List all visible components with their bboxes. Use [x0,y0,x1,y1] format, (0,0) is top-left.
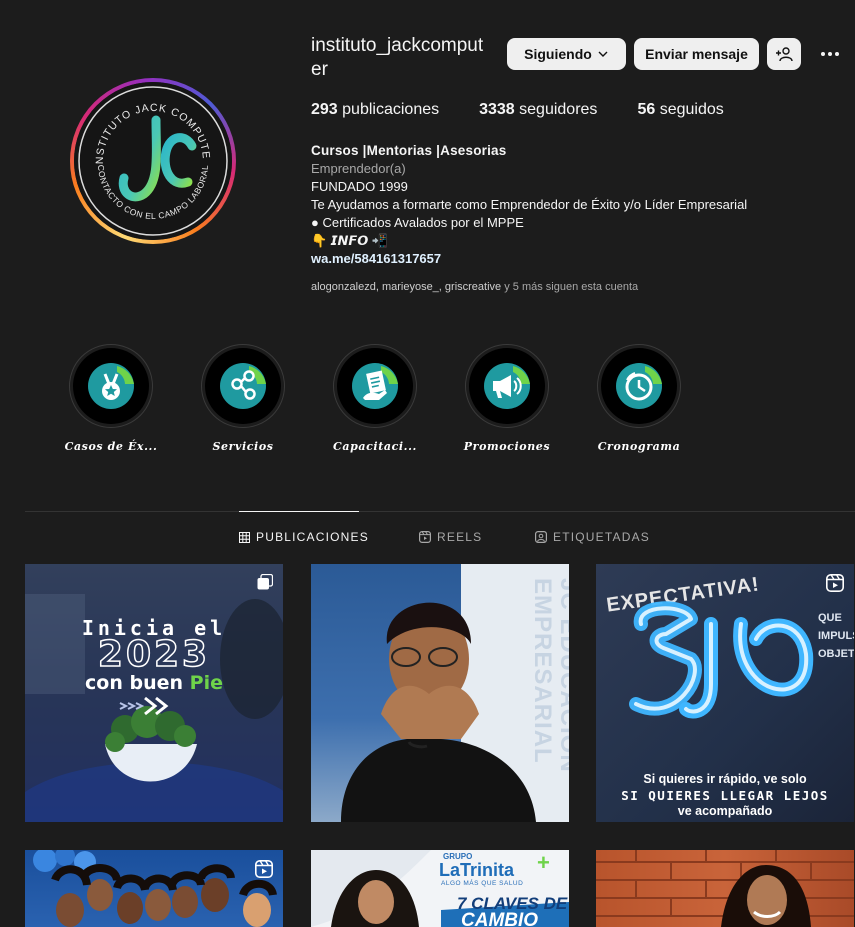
tabs-divider [25,511,855,512]
post-thumbnail[interactable]: Inicia el 2023 con buen Pie [25,564,283,822]
highlight-ring [465,344,549,428]
post-thumbnail[interactable]: JC EDUCACIÓN EMPRESARIAL [311,564,569,822]
tab-label: ETIQUETADAS [553,530,650,544]
megaphone-icon [484,363,530,409]
highlight-servicios[interactable]: Servicios [201,344,285,453]
post-brand: LaTrinita [439,860,515,880]
followers-count: 3338 [479,101,515,118]
bio-line: FUNDADO 1999 [311,179,408,194]
post-image [341,602,536,822]
highlight-ring [69,344,153,428]
reel-icon [255,860,273,878]
profile-username: instituto_jackcomputer [311,35,484,80]
post-thumbnail[interactable] [25,850,283,927]
following-button-label: Siguiendo [524,46,592,62]
highlight-cover [205,348,281,424]
highlight-promociones[interactable]: Promociones [464,344,550,453]
dot [828,52,832,56]
send-message-label: Enviar mensaje [645,46,748,62]
share-nodes-icon [220,363,266,409]
followers-label: seguidores [519,101,598,118]
chevron-down-icon [598,51,608,57]
posts-stat: 293 publicaciones [311,101,439,119]
followed-by-rest: y 5 más siguen esta cuenta [501,281,639,293]
post-text-line: ve acompañado [677,804,773,818]
following-stat[interactable]: 56 seguidos [637,101,723,119]
highlight-cover [73,348,149,424]
dot [821,52,825,56]
tab-etiquetadas[interactable]: ETIQUETADAS [535,530,650,544]
jc-logo-icon: INSTITUTO JACK COMPUTER CONTACTO CON EL … [74,82,228,236]
highlight-ring [597,344,681,428]
reel-icon [826,574,844,592]
highlight-label: Casos de Éx... [64,440,158,453]
bio-line: ● Certificados Avalados por el MPPE [311,215,524,230]
highlight-cover [337,348,413,424]
highlight-label: Cronograma [597,440,681,453]
highlight-label: Capacitaci... [333,440,417,453]
post-image [596,850,854,927]
suggest-users-button[interactable] [767,38,801,70]
post-thumbnail[interactable] [596,850,854,927]
post-text-line: Si quieres ir rápido, ve solo [643,772,807,786]
post-headline: CAMBIO [461,910,539,927]
followers-stat[interactable]: 3338 seguidores [479,101,597,119]
send-message-button[interactable]: Enviar mensaje [634,38,759,70]
active-tab-indicator [239,511,359,512]
post-text-line: con buen Pie [25,672,283,694]
more-options-icon[interactable] [817,40,843,68]
following-label: seguidos [659,101,724,118]
posts-count: 293 [311,101,338,118]
post-text-line: SI QUIERES LLEGAR LEJOS [621,788,829,803]
post-thumbnail[interactable]: EXPECTATIVA! QUE IMPULSO OBJETIV Si quie… [596,564,854,822]
profile-bio: Cursos |Mentorias |Asesorias Emprendedor… [311,142,747,268]
plus-icon: + [537,850,550,875]
avatar-text-top: INSTITUTO JACK COMPUTER [74,82,211,164]
carousel-icon [257,574,273,590]
highlight-cover [469,348,545,424]
highlight-cronograma[interactable]: Cronograma [597,344,681,453]
highlight-ring [333,344,417,428]
svg-text:INSTITUTO JACK COMPUTER: INSTITUTO JACK COMPUTER [74,82,212,164]
followed-by[interactable]: alogonzalezd, marieyose_, griscreative y… [311,281,638,293]
person-plus-icon [776,47,793,62]
bio-line: 👇 𝙄𝙉𝙁𝙊 📲 [311,233,389,248]
bio-link[interactable]: wa.me/584161317657 [311,250,747,268]
highlight-capacitacion[interactable]: Capacitaci... [333,344,417,453]
reels-icon [419,531,431,543]
followed-by-names: alogonzalezd, marieyose_, griscreative [311,281,502,293]
avatar: INSTITUTO JACK COMPUTER CONTACTO CON EL … [74,82,232,240]
post-text-part: con buen [85,672,190,694]
tab-label: PUBLICACIONES [256,530,369,544]
highlight-label: Promociones [463,440,551,453]
profile-stats: 293 publicaciones 3338 seguidores 56 seg… [311,101,764,119]
highlight-cover [601,348,677,424]
highlight-ring [201,344,285,428]
grid-icon [239,531,250,543]
tab-reels[interactable]: REELS [419,530,482,544]
post-thumbnail[interactable]: GRUPO LaTrinita ALGO MÁS QUE SALUD + 7 C… [311,850,569,927]
post-text-year: 2023 [97,633,211,676]
tab-publicaciones[interactable]: PUBLICACIONES [239,530,369,544]
bio-line: Te Ayudamos a formarte como Emprendedor … [311,197,748,212]
highlight-label: Servicios [212,440,274,453]
tagged-icon [535,531,547,543]
post-text-accent: Pie [189,672,223,694]
bio-category: Emprendedor(a) [311,161,406,176]
medal-icon [88,363,134,409]
bio-name: Cursos |Mentorias |Asesorias [311,143,507,158]
tab-label: REELS [437,530,483,544]
following-count: 56 [637,101,656,118]
following-button[interactable]: Siguiendo [507,38,626,70]
clock-icon [616,363,662,409]
posts-label: publicaciones [342,101,440,118]
hand-document-icon [352,363,398,409]
profile-avatar-ring[interactable]: INSTITUTO JACK COMPUTER CONTACTO CON EL … [70,78,236,244]
highlight-casos[interactable]: Casos de Éx... [65,344,157,453]
post-image [33,850,277,927]
post-brand-tag: ALGO MÁS QUE SALUD [441,880,524,887]
dot [835,52,839,56]
